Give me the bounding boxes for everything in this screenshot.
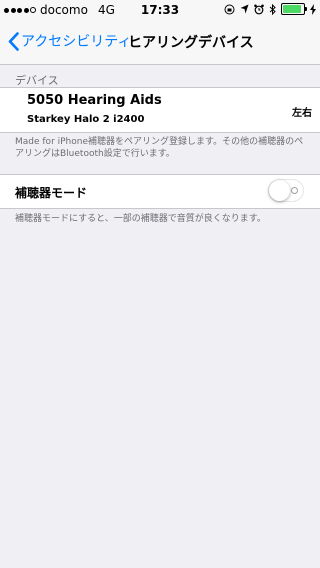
status-right <box>224 3 316 15</box>
charging-icon <box>310 3 316 15</box>
battery-icon <box>281 3 307 15</box>
hearing-aid-mode-row: 補聴器モード <box>0 174 320 209</box>
hearing-aid-mode-label: 補聴器モード <box>15 186 88 200</box>
page-title: ヒアリングデバイス <box>128 35 254 51</box>
devices-section-footer: Made for iPhone補聴器をペアリング登録します。その他の補聴器のペア… <box>15 137 304 159</box>
hearing-aid-mode-toggle[interactable] <box>268 179 304 202</box>
device-model: Starkey Halo 2 i2400 <box>27 114 145 125</box>
location-icon <box>240 4 249 14</box>
toggle-knob <box>269 180 290 201</box>
back-button-label: アクセシビリティ <box>21 34 132 50</box>
back-button[interactable]: アクセシビリティ <box>8 31 131 51</box>
bluetooth-icon <box>269 3 276 15</box>
device-name: 5050 Hearing Aids <box>27 93 162 108</box>
hearing-aid-mode-footer: 補聴器モードにすると、一部の補聴器で音質が良くなります。 <box>15 214 266 224</box>
chevron-left-icon <box>8 31 19 51</box>
status-bar: docomo 4G 17:33 <box>0 0 320 20</box>
navigation-bar: アクセシビリティ ヒアリングデバイス <box>0 20 320 65</box>
device-row[interactable]: 5050 Hearing Aids Starkey Halo 2 i2400 左… <box>0 87 320 133</box>
toggle-off-indicator <box>291 187 298 194</box>
rotation-lock-icon <box>224 4 235 14</box>
device-side: 左右 <box>292 108 312 119</box>
devices-section-header: デバイス <box>15 74 59 87</box>
alarm-icon <box>254 4 264 14</box>
